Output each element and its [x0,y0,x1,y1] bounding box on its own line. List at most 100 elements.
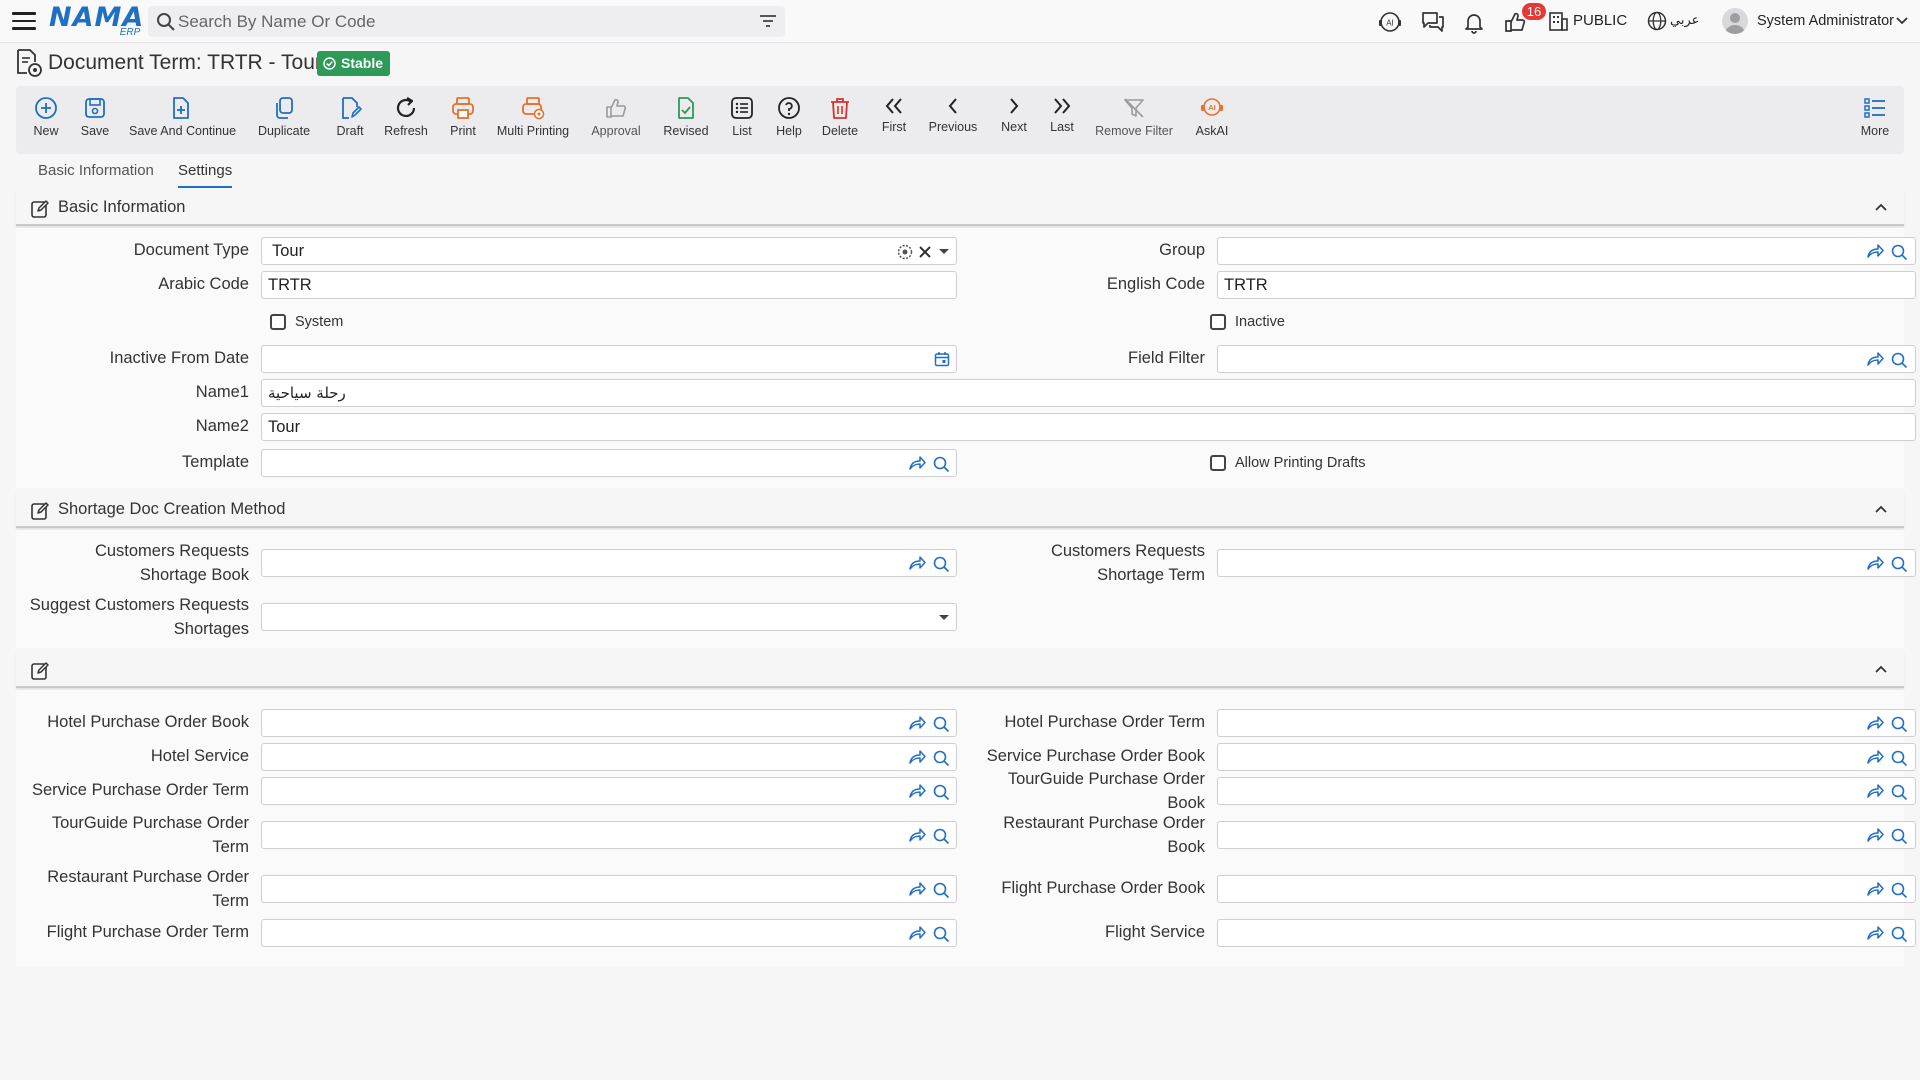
chevron-up-icon[interactable] [1874,664,1888,674]
system-checkbox[interactable] [270,314,286,330]
service-purchase-order-term-field[interactable] [261,777,957,805]
share-arrow-icon[interactable] [908,827,926,843]
flight-purchase-order-term-field[interactable] [261,919,957,947]
tab-settings[interactable]: Settings [178,162,233,188]
share-arrow-icon[interactable] [1866,783,1884,799]
next-button[interactable]: Next [997,86,1031,154]
menu-icon[interactable] [12,12,36,32]
avatar[interactable] [1722,8,1748,34]
lookup-search-icon[interactable] [1890,555,1908,573]
chevron-down-icon[interactable] [1895,16,1909,26]
name1-field[interactable]: رحلة سياحية [261,379,1916,407]
logo[interactable]: NAMA ERP [49,3,144,39]
share-arrow-icon[interactable] [908,925,926,941]
lookup-search-icon[interactable] [932,827,950,845]
lookup-search-icon[interactable] [1890,715,1908,733]
hotel-purchase-order-term-field[interactable] [1217,709,1916,737]
bell-icon[interactable] [1462,10,1486,34]
inactive-checkbox[interactable] [1210,314,1226,330]
askai-button[interactable]: AI AskAI [1190,86,1234,154]
flight-purchase-order-book-field[interactable] [1217,875,1916,903]
restaurant-purchase-order-term-field[interactable] [261,875,957,903]
revised-button[interactable]: Revised [659,86,713,154]
chat-icon[interactable] [1420,10,1446,34]
share-arrow-icon[interactable] [1866,749,1884,765]
lookup-search-icon[interactable] [932,749,950,767]
lookup-search-icon[interactable] [932,555,950,573]
draft-button[interactable]: Draft [327,86,373,154]
chevron-up-icon[interactable] [1874,202,1888,212]
filter-icon[interactable] [759,13,777,29]
document-type-field[interactable]: Tour [261,237,957,265]
refresh-button[interactable]: Refresh [380,86,432,154]
duplicate-button[interactable]: Duplicate [252,86,316,154]
lookup-search-icon[interactable] [932,881,950,899]
lookup-search-icon[interactable] [1890,881,1908,899]
settings-globe-icon[interactable] [896,243,914,261]
section-basic-information[interactable]: Basic Information [16,190,1904,226]
lookup-search-icon[interactable] [1890,351,1908,369]
suggest-customers-requests-shortages-select[interactable] [261,603,957,631]
list-button[interactable]: List [726,86,758,154]
help-button[interactable]: Help [771,86,807,154]
field-filter-field[interactable] [1217,345,1916,373]
group-field[interactable] [1217,237,1916,265]
dropdown-arrow-icon[interactable] [938,248,950,256]
language-switch[interactable]: عربي [1670,13,1699,28]
last-button[interactable]: Last [1045,86,1079,154]
previous-button[interactable]: Previous [926,86,980,154]
calendar-icon[interactable] [934,351,950,367]
service-purchase-order-book-field[interactable] [1217,743,1916,771]
template-field[interactable] [261,449,957,477]
share-arrow-icon[interactable] [908,555,926,571]
share-arrow-icon[interactable] [908,749,926,765]
delete-button[interactable]: Delete [819,86,861,154]
lookup-search-icon[interactable] [932,455,950,473]
share-arrow-icon[interactable] [908,455,926,471]
hotel-service-field[interactable] [261,743,957,771]
share-arrow-icon[interactable] [908,715,926,731]
search-input[interactable] [178,6,738,37]
arabic-code-field[interactable]: TRTR [261,271,957,299]
new-button[interactable]: New [25,86,67,154]
save-and-continue-button[interactable]: Save And Continue [129,86,236,154]
share-arrow-icon[interactable] [1866,351,1884,367]
lookup-search-icon[interactable] [1890,827,1908,845]
english-code-field[interactable]: TRTR [1217,271,1916,299]
lookup-search-icon[interactable] [932,783,950,801]
share-arrow-icon[interactable] [908,881,926,897]
customers-requests-shortage-book-field[interactable] [261,549,957,577]
lookup-search-icon[interactable] [932,925,950,943]
remove-filter-button[interactable]: Remove Filter [1093,86,1175,154]
share-arrow-icon[interactable] [1866,827,1884,843]
customers-requests-shortage-term-field[interactable] [1217,549,1916,577]
multi-printing-button[interactable]: Multi Printing [492,86,574,154]
section-purchase-orders[interactable] [16,652,1904,688]
tourguide-purchase-order-term-field[interactable] [261,821,957,849]
print-button[interactable]: Print [443,86,483,154]
share-arrow-icon[interactable] [1866,715,1884,731]
hotel-purchase-order-book-field[interactable] [261,709,957,737]
dropdown-arrow-icon[interactable] [938,614,950,622]
public-label[interactable]: PUBLIC [1573,12,1627,29]
share-arrow-icon[interactable] [1866,243,1884,259]
globe-icon[interactable] [1646,10,1668,32]
more-button[interactable]: More [1857,86,1893,154]
flight-service-field[interactable] [1217,919,1916,947]
first-button[interactable]: First [878,86,910,154]
lookup-search-icon[interactable] [1890,925,1908,943]
restaurant-purchase-order-book-field[interactable] [1217,821,1916,849]
approval-button[interactable]: Approval [587,86,645,154]
share-arrow-icon[interactable] [1866,555,1884,571]
clear-icon[interactable] [918,245,932,259]
chevron-up-icon[interactable] [1874,504,1888,514]
allow-printing-drafts-checkbox[interactable] [1210,455,1226,471]
section-shortage[interactable]: Shortage Doc Creation Method [16,492,1904,528]
share-arrow-icon[interactable] [908,783,926,799]
name2-field[interactable]: Tour [261,413,1916,441]
share-arrow-icon[interactable] [1866,925,1884,941]
lookup-search-icon[interactable] [932,715,950,733]
inactive-from-date-field[interactable] [261,345,957,373]
lookup-search-icon[interactable] [1890,243,1908,261]
tab-basic-information[interactable]: Basic Information [38,162,154,186]
